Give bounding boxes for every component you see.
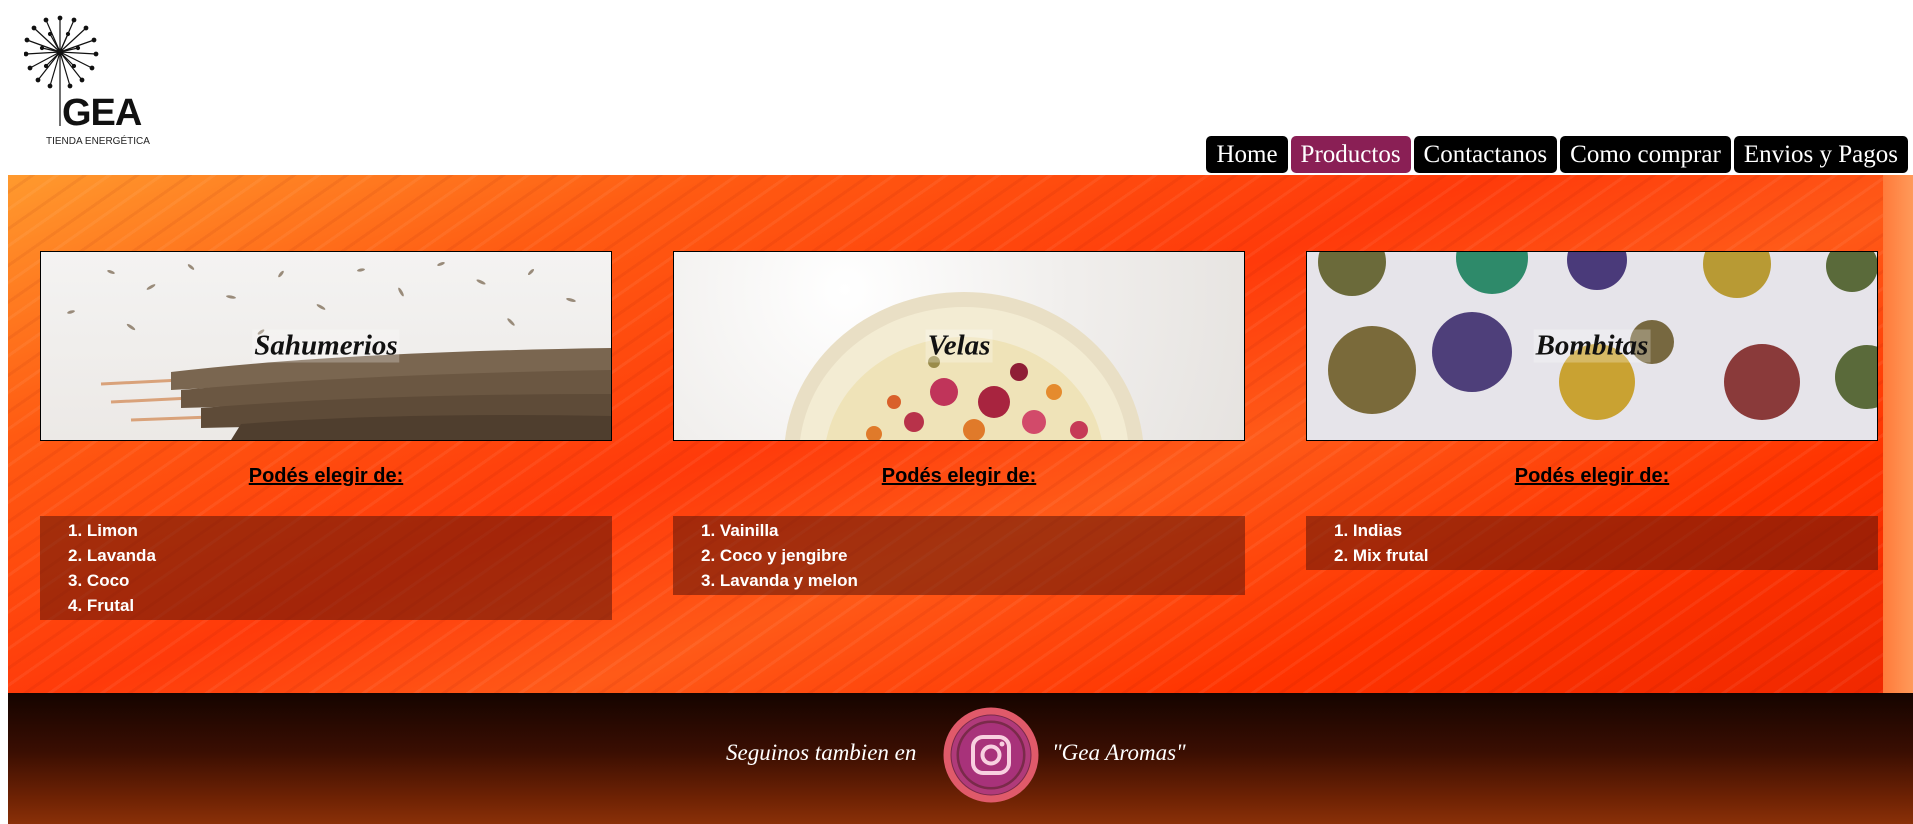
instagram-account[interactable]: "Gea Aromas" xyxy=(1052,733,1186,773)
card-subtitle: Podés elegir de: xyxy=(881,465,1037,487)
instagram-icon[interactable] xyxy=(941,705,1041,805)
list-item: Coco xyxy=(86,571,130,590)
nav-contactanos[interactable]: Contactanos xyxy=(1413,136,1558,173)
options-list: Limon Lavanda Coco Frutal xyxy=(40,516,612,620)
list-item: Coco y jengibre xyxy=(719,546,848,565)
list-item: Indias xyxy=(1352,521,1403,540)
list-item: Mix frutal xyxy=(1352,546,1429,565)
list-item: Vainilla xyxy=(719,521,779,540)
sahumerios-image[interactable]: Sahumerios xyxy=(40,251,612,441)
card-subtitle: Podés elegir de: xyxy=(248,465,404,487)
follow-text: Seguinos tambien en xyxy=(726,740,917,765)
card-title: Velas xyxy=(925,329,993,363)
card-subtitle: Podés elegir de: xyxy=(1514,465,1670,487)
options-list: Vainilla Coco y jengibre Lavanda y melon xyxy=(673,516,1245,595)
banner-edge xyxy=(1883,175,1913,693)
product-card-bombitas: Bombitas Podés elegir de: Indias Mix fru… xyxy=(1306,251,1878,570)
product-card-velas: Velas Podés elegir de: Vainilla Coco y j… xyxy=(673,251,1245,595)
list-item: Limon xyxy=(86,521,138,540)
nav-productos[interactable]: Productos xyxy=(1290,136,1411,173)
list-item: Lavanda y melon xyxy=(719,571,858,590)
logo-wordmark: GEA xyxy=(62,92,142,134)
footer: Seguinos tambien en "Gea Aromas" xyxy=(8,693,1913,824)
list-item: Frutal xyxy=(86,596,135,615)
bombitas-image[interactable]: Bombitas xyxy=(1306,251,1878,441)
card-title: Bombitas xyxy=(1533,329,1651,363)
nav-envios-y-pagos[interactable]: Envios y Pagos xyxy=(1733,136,1908,173)
velas-image[interactable]: Velas xyxy=(673,251,1245,441)
nav-como-comprar[interactable]: Como comprar xyxy=(1560,136,1731,173)
gea-logo[interactable]: GEA TIENDA ENERGÉTICA xyxy=(24,12,159,150)
main-nav: Home Productos Contactanos Como comprar … xyxy=(1206,136,1908,173)
options-list: Indias Mix frutal xyxy=(1306,516,1878,570)
card-title: Sahumerios xyxy=(252,329,400,363)
product-card-sahumerios: Sahumerios Podés elegir de: Limon Lavand… xyxy=(40,251,612,620)
nav-home[interactable]: Home xyxy=(1206,136,1288,173)
logo-tagline: TIENDA ENERGÉTICA xyxy=(46,136,150,147)
list-item: Lavanda xyxy=(86,546,156,565)
